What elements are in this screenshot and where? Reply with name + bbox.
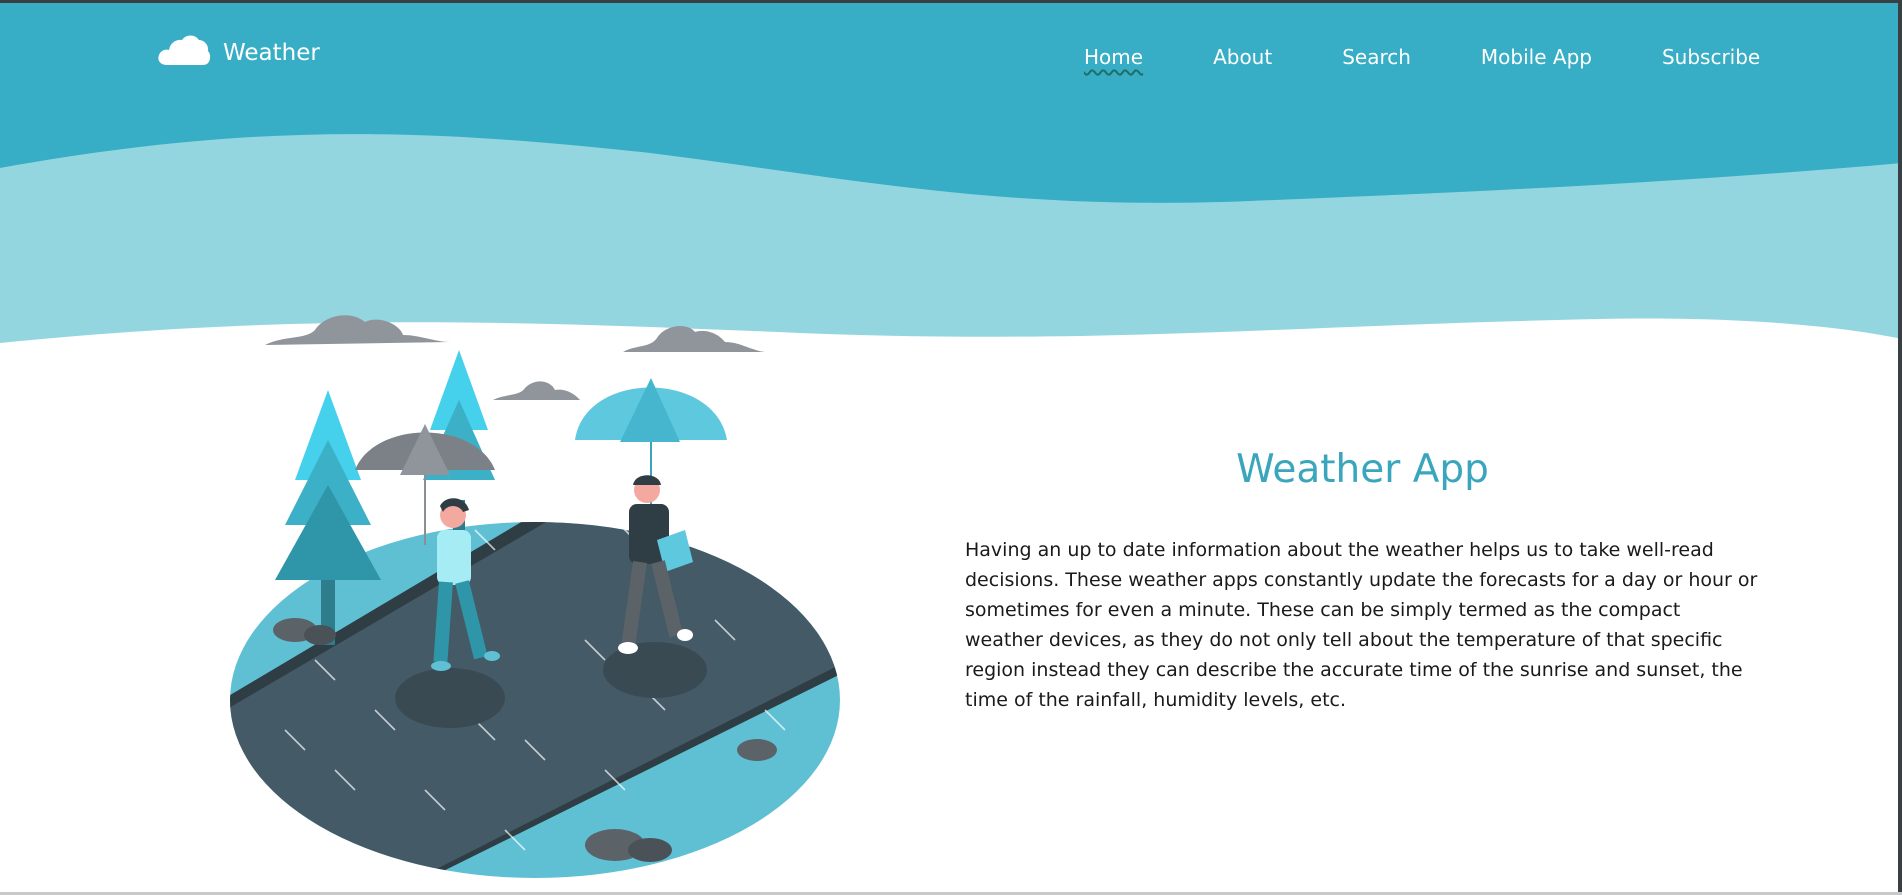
nav-menu: Home About Search Mobile App Subscribe xyxy=(1084,45,1760,69)
rainy-walk-illustration xyxy=(230,315,840,878)
page-scrollbar[interactable] xyxy=(1898,0,1902,895)
cloud-icon xyxy=(158,35,211,65)
app-description: Having an up to date information about t… xyxy=(965,539,1758,711)
nav-item-subscribe[interactable]: Subscribe xyxy=(1662,45,1760,69)
nav-item-mobile-app[interactable]: Mobile App xyxy=(1481,45,1592,69)
brand-link[interactable]: Weather xyxy=(157,33,320,67)
navbar: Weather Home About Search Mobile App Sub… xyxy=(0,3,1902,108)
brand-name: Weather xyxy=(223,40,320,66)
nav-item-about[interactable]: About xyxy=(1213,45,1272,69)
nav-item-home[interactable]: Home xyxy=(1084,45,1143,69)
page-title: Weather App xyxy=(1236,447,1489,492)
nav-item-search[interactable]: Search xyxy=(1342,45,1411,69)
